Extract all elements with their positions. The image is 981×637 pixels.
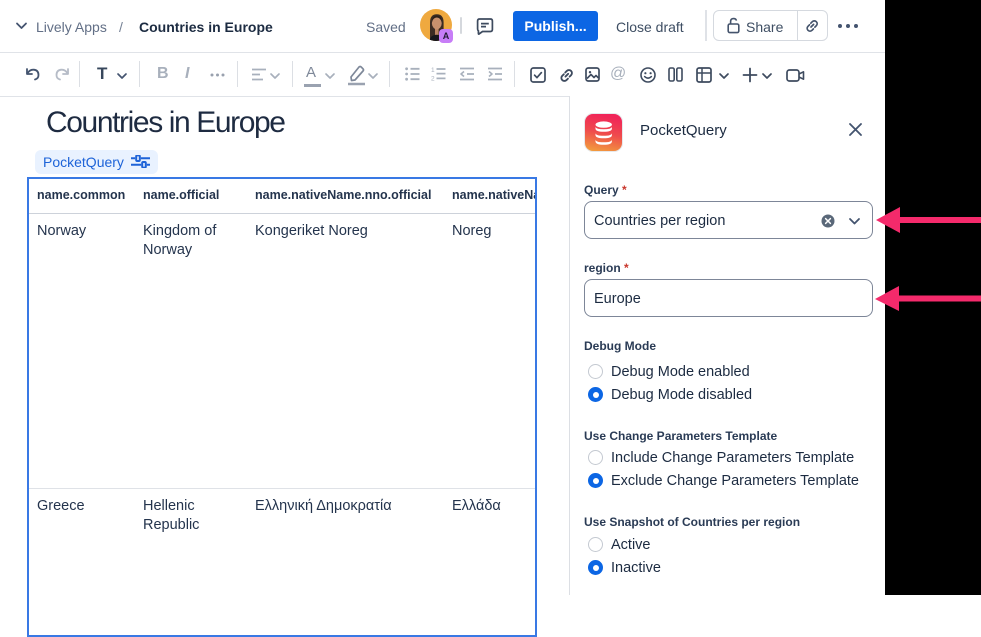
svg-text:1: 1	[431, 67, 435, 74]
svg-text:2: 2	[431, 76, 435, 82]
